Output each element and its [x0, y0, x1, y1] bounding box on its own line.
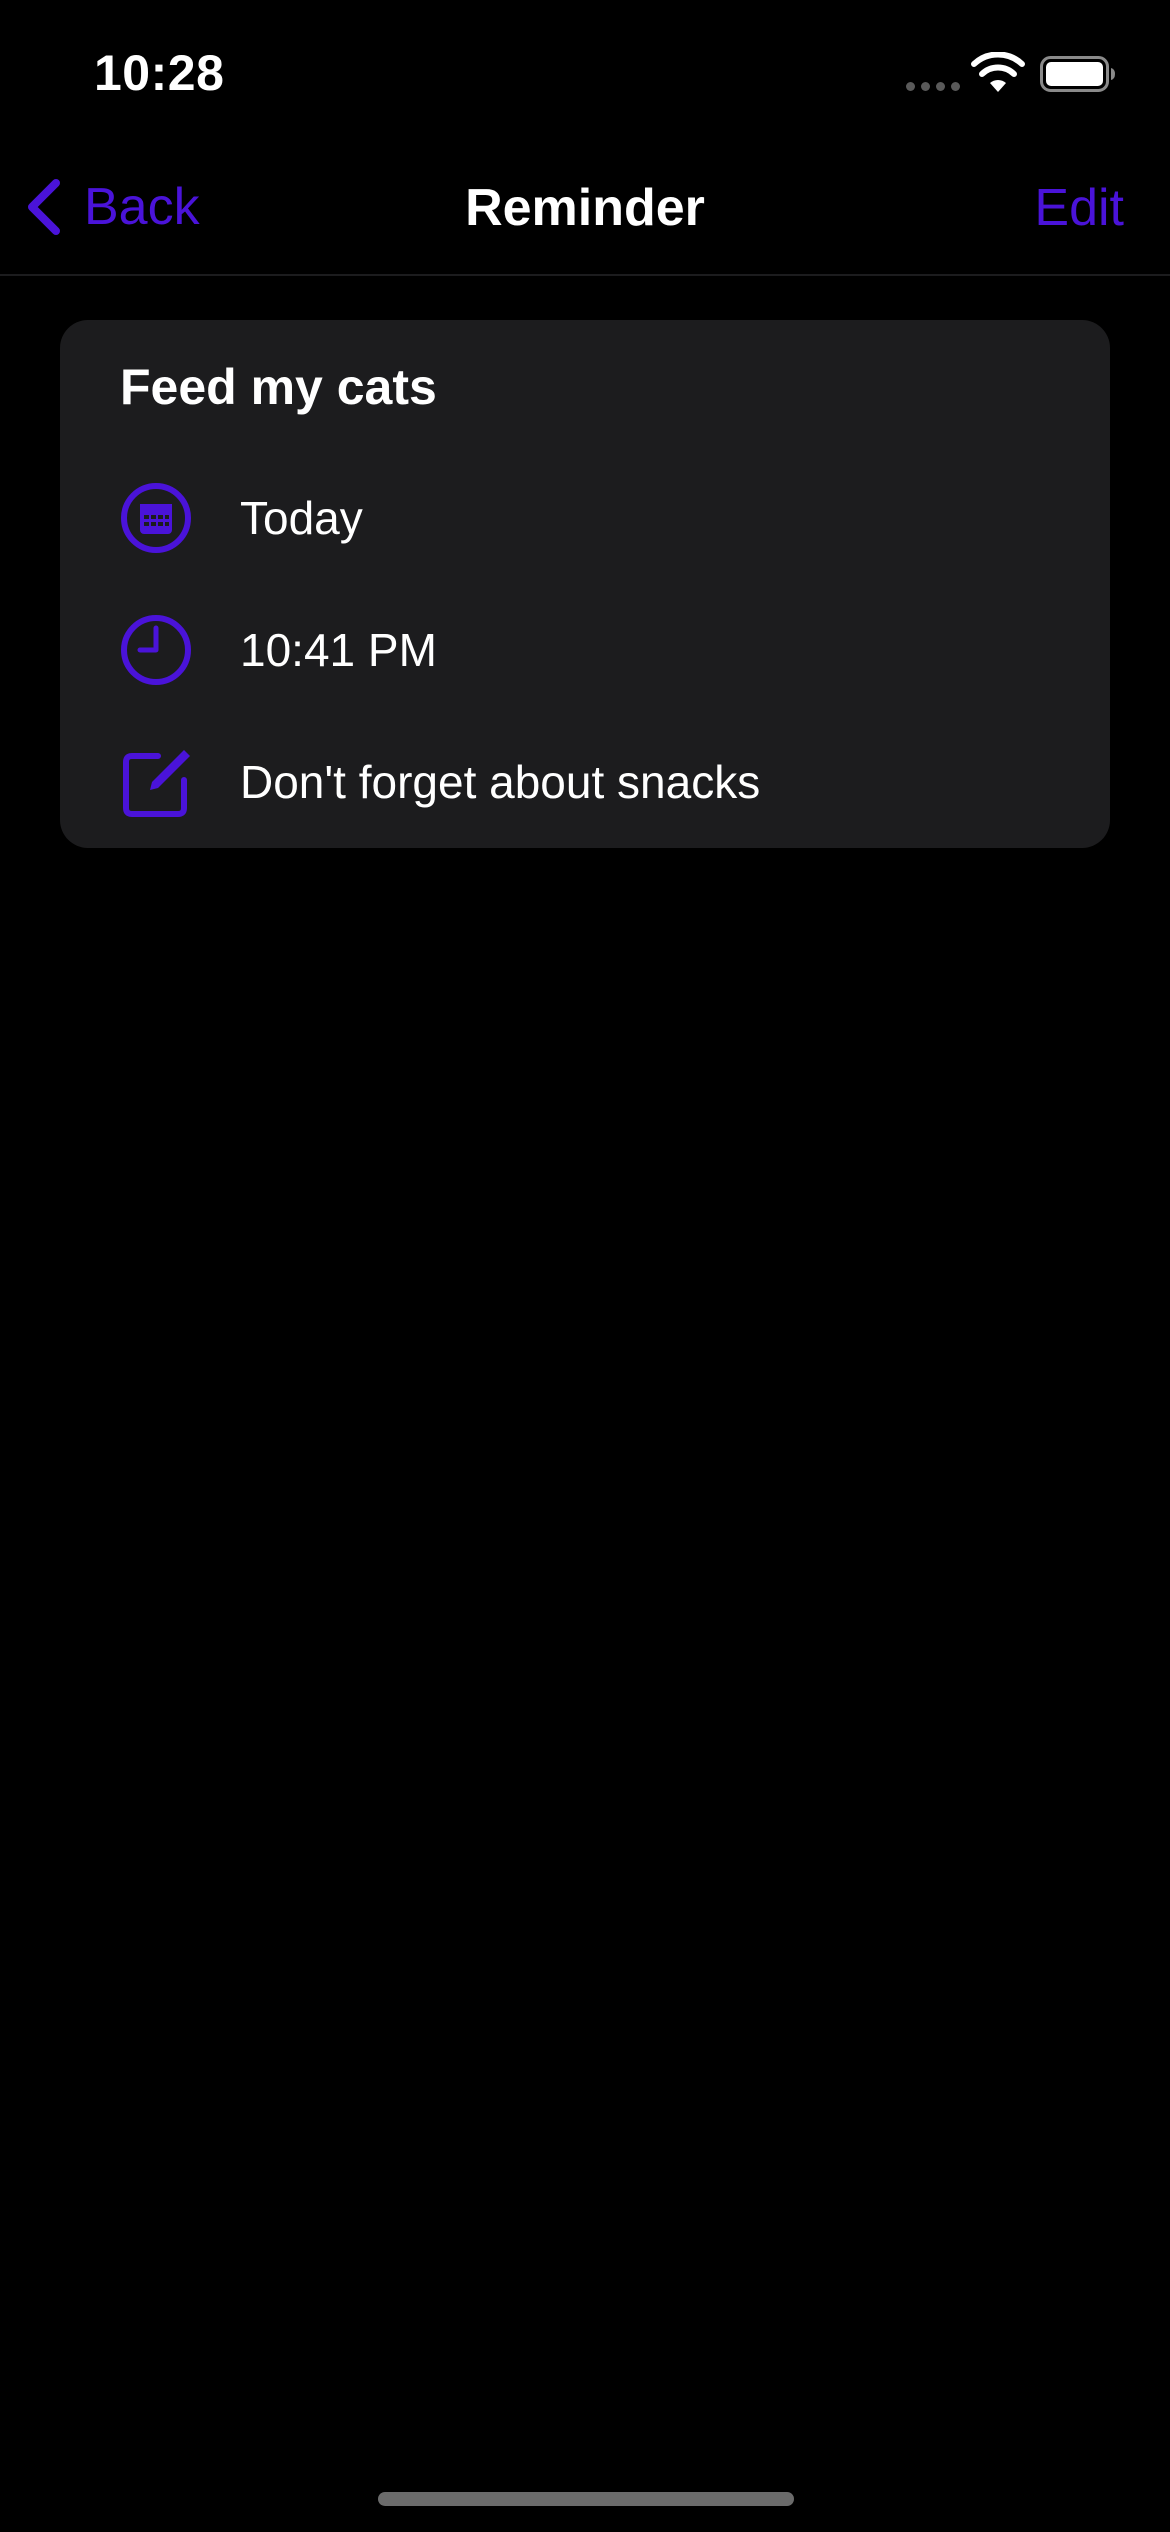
reminder-note-row: Don't forget about snacks [120, 742, 1080, 822]
wifi-icon [971, 52, 1025, 92]
reminder-time: 10:41 PM [240, 624, 437, 676]
reminder-title: Feed my cats [120, 359, 437, 415]
clock-icon [121, 615, 191, 685]
status-time: 10:28 [94, 45, 225, 101]
home-indicator[interactable] [378, 2492, 794, 2506]
reminder-time-row: 10:41 PM [120, 610, 1080, 690]
navigation-bar: Back Reminder Edit [0, 140, 1170, 276]
reminder-date: Today [240, 492, 363, 544]
reminder-date-row: Today [120, 478, 1080, 558]
reminder-note: Don't forget about snacks [240, 756, 761, 808]
status-bar: 10:28 [0, 0, 1170, 140]
cellular-signal-icon [906, 80, 962, 92]
calendar-icon [121, 483, 191, 553]
page-title: Reminder [465, 179, 705, 237]
compose-icon [123, 750, 190, 817]
edit-button[interactable]: Edit [1034, 178, 1124, 238]
battery-icon [1040, 56, 1115, 92]
reminder-card: Feed my cats Today 10:41 PM Don't forget… [60, 320, 1110, 848]
